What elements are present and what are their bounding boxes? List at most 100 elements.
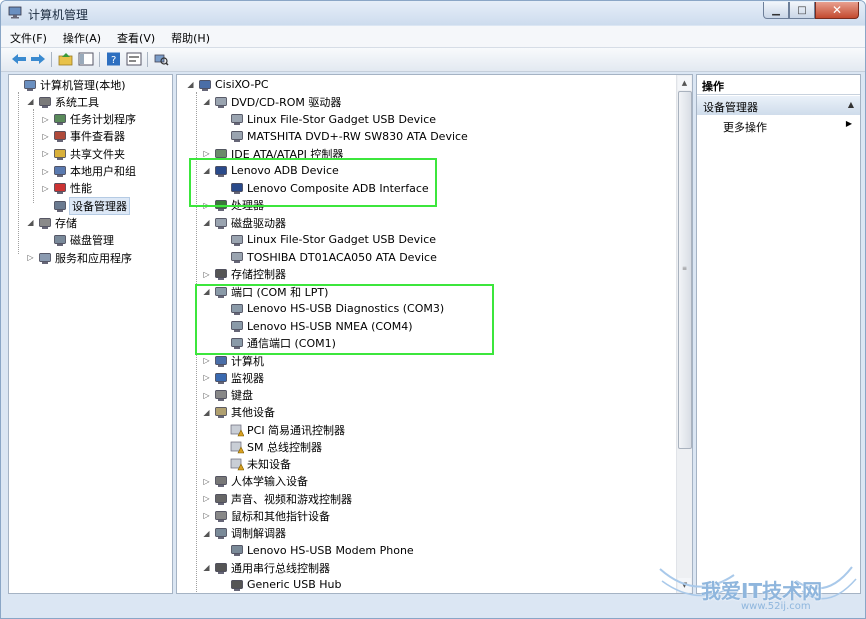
expanded-arrow-icon[interactable]: ◢ <box>202 218 211 227</box>
device-tree-item[interactable]: ◢ 磁盘驱动器 <box>202 214 286 231</box>
console-tree-item[interactable]: 计算机管理(本地) <box>11 76 126 93</box>
collapsed-arrow-icon[interactable]: ▷ <box>202 356 211 365</box>
device-tree-item-label: 磁盘驱动器 <box>231 216 286 230</box>
device-tree-item[interactable]: ▷ 声音、视频和游戏控制器 <box>202 490 352 507</box>
device-tree-item[interactable]: MATSHITA DVD+-RW SW830 ATA Device <box>218 128 468 145</box>
device-tree-item[interactable]: 未知设备 <box>218 456 291 473</box>
mouse-icon <box>214 509 228 523</box>
up-folder-icon[interactable] <box>58 52 74 66</box>
console-tree-item[interactable]: ▷ 任务计划程序 <box>41 111 136 128</box>
computer-management-window: 计算机管理 ▁ □ ✕ 文件(F) 操作(A) 查看(V) 帮助(H) ? 计算… <box>0 0 866 619</box>
collapsed-arrow-icon[interactable]: ▷ <box>202 373 211 382</box>
performance-icon <box>53 181 67 195</box>
collapsed-arrow-icon[interactable]: ▷ <box>26 253 35 262</box>
highlight-box-adb <box>189 158 437 207</box>
show-hide-tree-icon[interactable] <box>78 52 94 66</box>
event-viewer-icon <box>53 129 67 143</box>
minimize-button[interactable]: ▁ <box>763 2 789 19</box>
menu-view[interactable]: 查看(V) <box>108 26 162 47</box>
device-tree-item[interactable]: Generic USB Hub <box>218 576 341 593</box>
scroll-thumb[interactable]: ≡ <box>678 91 692 449</box>
device-tree-item[interactable]: ▷ 人体学输入设备 <box>202 473 308 490</box>
back-arrow-icon[interactable] <box>11 52 27 66</box>
expanded-arrow-icon[interactable]: ◢ <box>186 80 195 89</box>
more-actions-item[interactable]: 更多操作 <box>723 119 767 135</box>
title-bar[interactable]: 计算机管理 ▁ □ ✕ <box>1 1 865 25</box>
device-tree-item-label: Lenovo HS-USB Modem Phone <box>247 543 414 557</box>
collapsed-arrow-icon[interactable]: ▷ <box>202 494 211 503</box>
device-tree-item[interactable]: ▷ 键盘 <box>202 387 253 404</box>
console-tree-item[interactable]: ▷ 事件查看器 <box>41 128 125 145</box>
collapsed-arrow-icon[interactable]: ▷ <box>41 115 50 124</box>
device-tree-item[interactable]: ◢ 其他设备 <box>202 404 275 421</box>
vertical-scrollbar[interactable]: ▲ ≡ ▼ <box>676 75 692 593</box>
device-tree-item-label: 调制解调器 <box>231 527 286 540</box>
device-tree-item-label: 存储控制器 <box>231 268 286 282</box>
expanded-arrow-icon[interactable]: ◢ <box>202 529 211 538</box>
expanded-arrow-icon[interactable]: ◢ <box>202 563 211 572</box>
help-icon[interactable]: ? <box>106 52 122 66</box>
collapsed-arrow-icon[interactable]: ▷ <box>202 391 211 400</box>
console-tree-item[interactable]: ▷ 服务和应用程序 <box>26 249 132 266</box>
device-tree-item[interactable]: Linux File-Stor Gadget USB Device <box>218 231 436 248</box>
device-manager-icon <box>53 199 67 213</box>
device-tree-item[interactable]: ◢ CisiXO-PC <box>186 76 268 93</box>
dvd-drive-icon <box>214 95 228 109</box>
forward-arrow-icon[interactable] <box>30 52 46 66</box>
console-tree-item[interactable]: ▷ 性能 <box>41 180 92 197</box>
menu-file[interactable]: 文件(F) <box>1 26 54 47</box>
maximize-button[interactable]: □ <box>789 2 815 19</box>
expanded-arrow-icon[interactable]: ◢ <box>26 97 35 106</box>
device-tree-item[interactable]: ◢ 通用串行总线控制器 <box>202 559 330 576</box>
collapsed-arrow-icon[interactable]: ▷ <box>41 167 50 176</box>
properties-icon[interactable] <box>126 52 142 66</box>
console-tree-item[interactable]: ◢ 存储 <box>26 214 77 231</box>
console-tree-item[interactable]: ▷ 共享文件夹 <box>41 145 125 162</box>
collapsed-arrow-icon[interactable]: ▷ <box>202 149 211 158</box>
device-tree-item[interactable]: ◢ 调制解调器 <box>202 525 286 542</box>
dvd-drive-icon <box>230 112 244 126</box>
actions-section-device-manager[interactable]: 设备管理器 ▲ <box>697 96 860 115</box>
device-tree-item[interactable]: TOSHIBA DT01ACA050 ATA Device <box>218 249 437 266</box>
scan-hardware-icon[interactable] <box>153 52 169 66</box>
device-tree-item[interactable]: PCI 简易通讯控制器 <box>218 421 345 438</box>
device-tree-item[interactable]: Lenovo HS-USB Modem Phone <box>218 542 414 559</box>
collapsed-arrow-icon[interactable]: ▷ <box>41 149 50 158</box>
device-tree-item[interactable]: ◢ DVD/CD-ROM 驱动器 <box>202 93 341 110</box>
device-tree-item[interactable]: ▷ 监视器 <box>202 369 264 386</box>
close-button[interactable]: ✕ <box>815 2 859 19</box>
collapsed-arrow-icon[interactable]: ▷ <box>202 511 211 520</box>
expanded-arrow-icon[interactable]: ◢ <box>202 97 211 106</box>
collapse-up-icon[interactable]: ▲ <box>848 100 854 109</box>
menu-action[interactable]: 操作(A) <box>54 26 108 47</box>
submenu-arrow-icon[interactable]: ▶ <box>846 119 852 128</box>
device-tree-item[interactable]: SM 总线控制器 <box>218 438 322 455</box>
device-tree-item[interactable]: Linux File-Stor Gadget USB Device <box>218 111 436 128</box>
collapsed-arrow-icon[interactable]: ▷ <box>202 270 211 279</box>
console-tree-item[interactable]: ▷ 本地用户和组 <box>41 163 136 180</box>
device-tree-item[interactable]: ▷ 鼠标和其他指针设备 <box>202 507 330 524</box>
console-tree-item[interactable]: 磁盘管理 <box>41 232 114 249</box>
tree-line <box>18 92 19 254</box>
menu-help[interactable]: 帮助(H) <box>162 26 217 47</box>
scroll-up-button[interactable]: ▲ <box>678 76 691 90</box>
collapsed-arrow-icon[interactable]: ▷ <box>41 132 50 141</box>
users-icon <box>53 164 67 178</box>
sound-icon <box>214 492 228 506</box>
collapsed-arrow-icon[interactable]: ▷ <box>41 184 50 193</box>
disk-management-icon <box>53 233 67 247</box>
usb-icon <box>214 561 228 575</box>
actions-section-label: 设备管理器 <box>703 101 758 114</box>
expanded-arrow-icon[interactable]: ◢ <box>26 218 35 227</box>
expanded-arrow-icon[interactable]: ◢ <box>202 408 211 417</box>
console-tree-item[interactable]: ◢ 系统工具 <box>26 93 99 110</box>
console-tree-item[interactable]: 设备管理器 <box>41 196 130 215</box>
device-tree-item[interactable]: ▷ 存储控制器 <box>202 266 286 283</box>
device-tree-item-label: 其他设备 <box>231 406 275 420</box>
warning-device-icon <box>230 457 245 471</box>
collapsed-arrow-icon[interactable]: ▷ <box>202 477 211 486</box>
